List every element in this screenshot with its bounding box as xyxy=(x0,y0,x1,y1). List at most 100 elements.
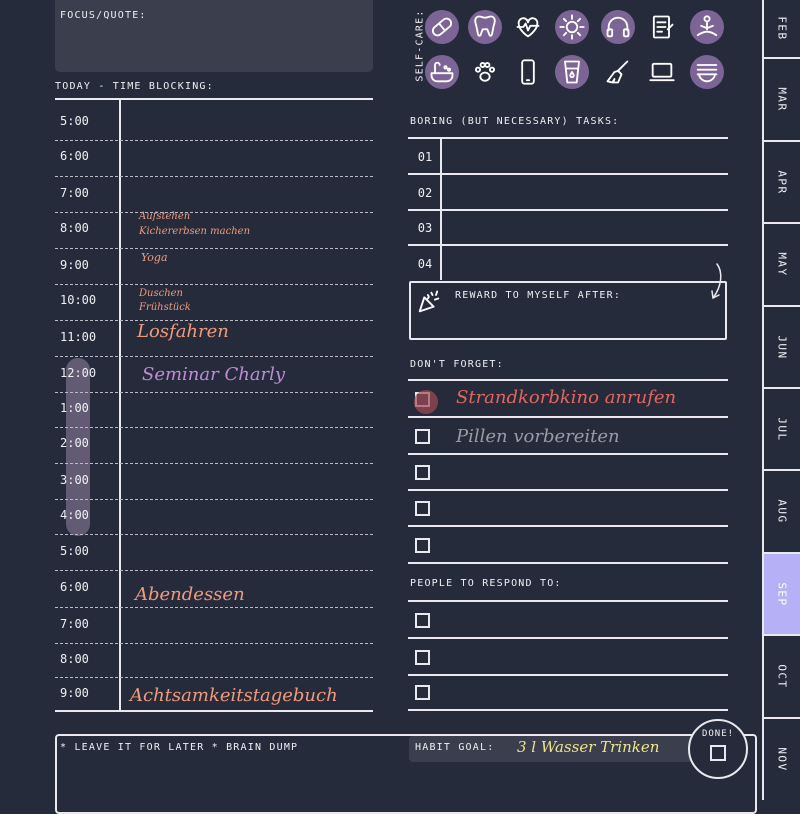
time-slot-divider xyxy=(55,427,373,428)
entry-kichererbsen: Kichererbsen machen xyxy=(139,226,251,237)
party-popper-icon xyxy=(414,287,444,317)
time-label: 4:00 xyxy=(60,508,89,522)
task-number: 02 xyxy=(417,186,433,200)
time-slot-divider xyxy=(55,356,373,357)
time-slot-divider xyxy=(55,643,373,644)
sun-icon[interactable] xyxy=(555,10,589,44)
month-tab-nov[interactable]: NOV xyxy=(762,717,800,800)
month-tab-label: NOV xyxy=(775,747,789,772)
time-slot-divider xyxy=(55,248,373,249)
forget-row-line xyxy=(408,416,728,418)
boring-tasks-label: BORING (BUT NECESSARY) TASKS: xyxy=(410,116,620,127)
arrow-down-icon xyxy=(705,262,727,302)
people-checkbox[interactable] xyxy=(415,613,430,628)
time-slot-divider xyxy=(55,499,373,500)
time-slot-divider xyxy=(55,570,373,571)
time-slot-divider xyxy=(55,176,373,177)
forget-checkbox[interactable] xyxy=(415,501,430,516)
time-blocking-bottom-line xyxy=(55,710,373,712)
month-tab-label: MAR xyxy=(775,87,789,112)
brain-dump-label: * LEAVE IT FOR LATER * BRAIN DUMP xyxy=(60,742,299,753)
habit-goal-label: HABIT GOAL: xyxy=(415,742,495,753)
time-label: 11:00 xyxy=(60,330,97,344)
forget-item-pillen: Pillen vorbereiten xyxy=(456,426,620,447)
month-tab-label: JUL xyxy=(775,416,789,442)
time-slot-divider xyxy=(55,284,373,285)
habit-goal-value: 3 l Wasser Trinken xyxy=(517,738,660,756)
month-tab-mar[interactable]: MAR xyxy=(762,57,800,140)
people-row-line xyxy=(408,709,728,711)
heartbeat-icon[interactable] xyxy=(511,10,545,44)
task-input[interactable] xyxy=(442,245,728,280)
task-number: 03 xyxy=(417,221,433,235)
dont-forget-top-line xyxy=(408,379,728,381)
time-column-divider xyxy=(119,100,121,710)
month-tab-jul[interactable]: JUL xyxy=(762,387,800,469)
people-row-line xyxy=(408,637,728,639)
time-label: 7:00 xyxy=(60,617,89,631)
pill-icon[interactable] xyxy=(425,10,459,44)
entry-losfahren: Losfahren xyxy=(137,321,229,342)
entry-yoga: Yoga xyxy=(141,251,168,264)
forget-item-strandkorbkino: Strandkorbkino anrufen xyxy=(456,387,677,408)
task-number-divider xyxy=(440,138,442,280)
entry-abendessen: Abendessen xyxy=(135,584,245,605)
time-blocking-label: TODAY - TIME BLOCKING: xyxy=(55,81,214,92)
done-label: DONE! xyxy=(701,729,735,739)
journal-icon[interactable] xyxy=(645,10,679,44)
month-tab-may[interactable]: MAY xyxy=(762,222,800,305)
bath-icon[interactable] xyxy=(425,55,459,89)
month-tab-label: OCT xyxy=(775,664,789,689)
time-label: 6:00 xyxy=(60,149,89,163)
task-input[interactable] xyxy=(442,174,728,209)
forget-checkbox[interactable] xyxy=(415,538,430,553)
month-tab-jun[interactable]: JUN xyxy=(762,305,800,387)
month-tab-label: AUG xyxy=(775,499,789,524)
month-tab-aug[interactable]: AUG xyxy=(762,469,800,552)
broom-icon[interactable] xyxy=(601,55,635,89)
month-tab-apr[interactable]: APR xyxy=(762,140,800,222)
people-checkbox[interactable] xyxy=(415,685,430,700)
month-tab-label: SEP xyxy=(775,581,789,607)
time-slot-divider xyxy=(55,463,373,464)
entry-aufstehen: Aufstehen xyxy=(139,211,191,222)
month-tab-sep[interactable]: SEP xyxy=(762,552,800,634)
headphones-icon[interactable] xyxy=(601,10,635,44)
paw-icon[interactable] xyxy=(468,55,502,89)
entry-seminar: Seminar Charly xyxy=(142,364,286,385)
people-checkbox[interactable] xyxy=(415,650,430,665)
laptop-icon[interactable] xyxy=(645,55,679,89)
task-input[interactable] xyxy=(442,138,728,173)
time-slot-divider xyxy=(55,534,373,535)
forget-checkbox[interactable] xyxy=(415,429,430,444)
time-label: 3:00 xyxy=(60,473,89,487)
time-label: 9:00 xyxy=(60,258,89,272)
water-glass-icon[interactable] xyxy=(555,55,589,89)
phone-icon[interactable] xyxy=(511,55,545,89)
month-tab-label: MAY xyxy=(775,252,789,277)
time-slot-divider xyxy=(55,140,373,141)
month-tab-label: APR xyxy=(775,169,789,195)
time-slot-divider xyxy=(55,607,373,608)
people-top-line xyxy=(408,600,728,602)
forget-row-line xyxy=(408,489,728,491)
time-label: 6:00 xyxy=(60,580,89,594)
time-label: 8:00 xyxy=(60,221,89,235)
forget-checkbox[interactable] xyxy=(415,465,430,480)
task-input[interactable] xyxy=(442,209,728,244)
time-label: 8:00 xyxy=(60,652,89,666)
meditation-icon[interactable] xyxy=(690,10,724,44)
month-tab-label: JUN xyxy=(775,334,789,360)
time-slot-divider xyxy=(55,392,373,393)
time-slot-divider xyxy=(55,212,373,213)
tooth-icon[interactable] xyxy=(468,10,502,44)
time-slot-divider xyxy=(55,677,373,678)
checkbox-highlight-dot xyxy=(414,390,438,414)
month-tab-feb[interactable]: FEB xyxy=(762,0,800,57)
forget-row-line xyxy=(408,453,728,455)
dont-forget-label: DON'T FORGET: xyxy=(410,359,504,370)
month-tab-oct[interactable]: OCT xyxy=(762,634,800,717)
focus-quote-label: FOCUS/QUOTE: xyxy=(60,10,147,21)
bowl-icon[interactable] xyxy=(690,55,724,89)
done-checkbox[interactable] xyxy=(710,745,726,761)
